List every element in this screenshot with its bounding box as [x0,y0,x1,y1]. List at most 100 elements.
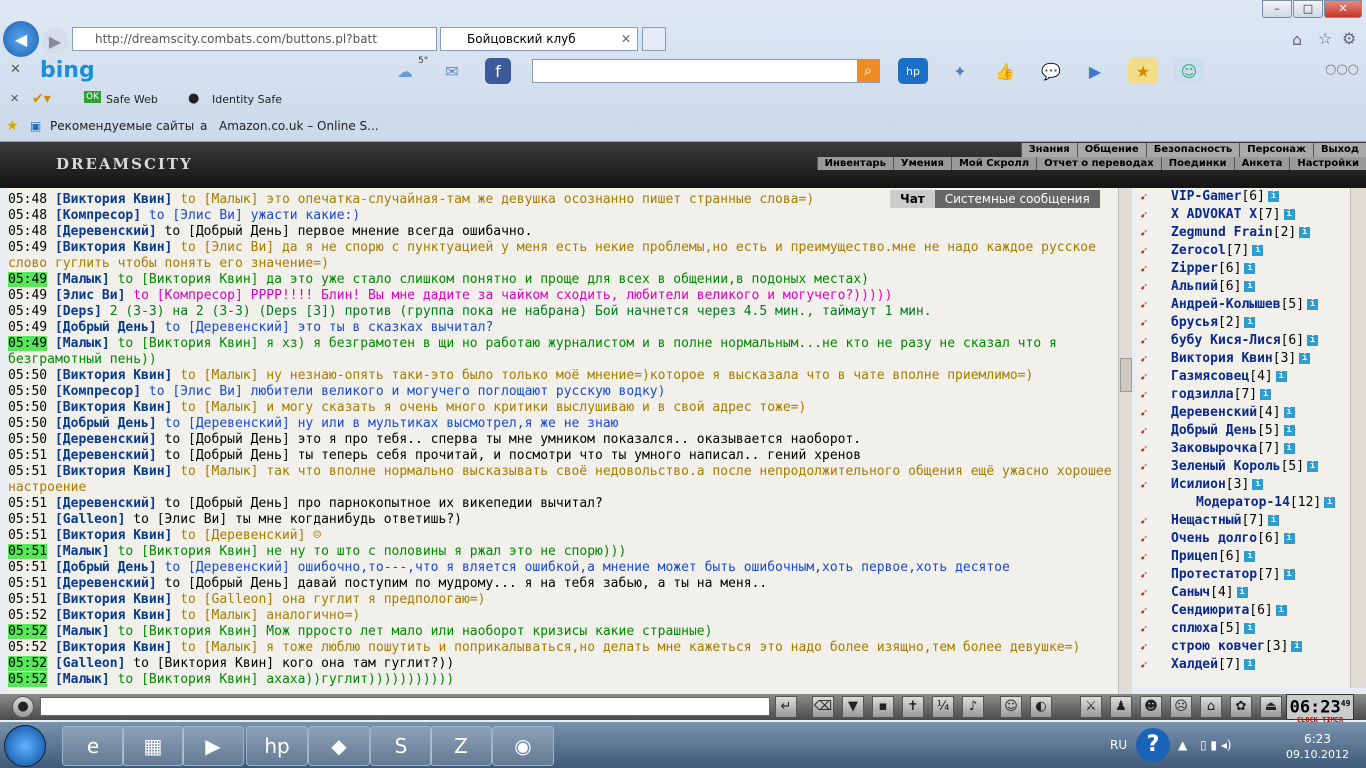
private-message-icon[interactable]: ➹ [1140,478,1154,492]
message-author[interactable]: [Виктория Квин] [55,608,172,623]
message-author[interactable]: [Добрый День] [55,560,157,575]
private-message-icon[interactable]: ➹ [1140,244,1154,258]
menu-item-4[interactable]: Выход [1312,143,1366,157]
user-list-item[interactable]: ➹ Очень долго[6] i [1136,530,1350,548]
message-time[interactable]: 05:50 [8,400,47,415]
message-author[interactable]: [Деревенский] [55,448,157,463]
submenu-item-0[interactable]: Инвентарь [816,157,893,170]
maximize-button[interactable]: □ [1293,0,1323,18]
user-list-item[interactable]: ➹ бубу Кися-Лися[6] i [1136,332,1350,350]
user-name[interactable]: Сендиюрита [1171,603,1249,618]
tab-chat[interactable]: Чат [890,190,935,208]
message-author[interactable]: [Galleon] [55,656,125,671]
info-icon[interactable]: i [1307,461,1319,472]
message-author[interactable]: [Компресор] [55,384,141,399]
user-name[interactable]: Добрый День [1171,423,1257,438]
user-name[interactable]: Саныч [1171,585,1210,600]
private-message-icon[interactable]: ➹ [1140,208,1154,222]
back-button[interactable]: ◀ [3,21,39,57]
info-icon[interactable]: i [1267,515,1279,526]
user-name[interactable]: брусья [1171,315,1218,330]
user-list-item[interactable]: ➹ Сендиюрита[6] i [1136,602,1350,620]
private-message-icon[interactable]: ➹ [1140,514,1154,528]
like-icon[interactable]: 👍 [990,58,1020,84]
user-name[interactable]: Заковырочка [1171,441,1257,456]
more-icon[interactable]: ○○○ [1325,62,1359,77]
person-icon[interactable]: ✝ [902,696,924,718]
user-name[interactable]: X ADVOKAT X [1171,207,1257,222]
message-author[interactable]: [Виктория Квин] [55,464,172,479]
user-list-item[interactable]: ➹ Zerocol[7] i [1136,242,1350,260]
info-icon[interactable]: i [1244,659,1256,670]
user-name[interactable]: Андрей-Колышев [1171,297,1281,312]
message-author[interactable]: [Малык] [55,336,110,351]
private-message-icon[interactable]: ➹ [1140,622,1154,636]
submenu-item-1[interactable]: Умения [892,157,951,170]
gamepad-icon[interactable]: ✦ [945,58,975,84]
user-list-item[interactable]: ➹ Андрей-Колышев[5] i [1136,296,1350,314]
message-time[interactable]: 05:52 [8,656,48,671]
taskbar-skype-icon[interactable]: S [370,726,432,766]
taskbar-media-icon[interactable]: ▶ [182,726,244,766]
info-icon[interactable]: i [1299,353,1311,364]
message-time[interactable]: 05:51 [8,528,47,543]
paw-icon[interactable]: ✿ [1230,696,1252,718]
message-time[interactable]: 05:50 [8,368,47,383]
user-name[interactable]: Zipper [1171,261,1218,276]
user-list-item[interactable]: Модератор-14[12] i [1136,494,1350,512]
private-message-icon[interactable]: ➹ [1140,640,1154,654]
info-icon[interactable]: i [1244,263,1256,274]
message-time[interactable]: 05:51 [8,560,47,575]
close-norton-icon[interactable]: ✕ [10,92,19,105]
tab-system-messages[interactable]: Системные сообщения [934,190,1100,208]
taskbar-app-icon[interactable]: ◆ [308,726,370,766]
mask-icon[interactable]: ☻ [1140,696,1162,718]
message-author[interactable]: [Galleon] [55,512,125,527]
video-icon[interactable]: ▶ [1080,58,1110,84]
user-list-item[interactable]: ➹ Зеленый Король[5] i [1136,458,1350,476]
private-message-icon[interactable]: ➹ [1140,406,1154,420]
message-author[interactable]: [Добрый День] [55,416,157,431]
submenu-item-5[interactable]: Анкета [1233,157,1290,170]
menu-item-2[interactable]: Безопасность [1145,143,1240,157]
user-name[interactable]: Альпий [1171,279,1218,294]
user-name[interactable]: Zerocol [1171,243,1226,258]
message-author[interactable]: [Добрый День] [55,320,157,335]
message-author[interactable]: [Деревенский] [55,224,157,239]
user-list-item[interactable]: ➹ Zipper[6] i [1136,260,1350,278]
private-message-icon[interactable]: ➹ [1140,532,1154,546]
message-time[interactable]: 05:51 [8,544,48,559]
message-author[interactable]: [Виктория Квин] [55,192,172,207]
private-message-icon[interactable]: ➹ [1140,550,1154,564]
mail-icon[interactable]: ✉ [437,58,467,84]
private-message-icon[interactable]: ➹ [1140,334,1154,348]
private-message-icon[interactable]: ➹ [1140,586,1154,600]
face-icon[interactable]: ☹ [1170,696,1192,718]
message-time[interactable]: 05:50 [8,416,47,431]
message-author[interactable]: [Малык] [55,272,110,287]
bing-search-input[interactable]: ⌕ [532,59,880,83]
safe-web-menu[interactable]: Safe Web [106,93,158,106]
user-name[interactable]: VIP-Gamer [1171,189,1241,204]
gear-icon[interactable]: ⚙ [1342,29,1356,48]
forward-button[interactable]: ▶ [42,28,68,54]
user-list-item[interactable]: ➹ Виктория Квин[3] i [1136,350,1350,368]
user-list-item[interactable]: ➹ Заковырочка[7] i [1136,440,1350,458]
info-icon[interactable]: i [1267,191,1279,202]
info-icon[interactable]: i [1307,299,1319,310]
message-time[interactable]: 05:49 [8,320,47,335]
user-name[interactable]: строю ковчег [1171,639,1265,654]
message-time[interactable]: 05:51 [8,496,47,511]
private-message-icon[interactable]: ➹ [1140,370,1154,384]
user-name[interactable]: Прицеп [1171,549,1218,564]
message-time[interactable]: 05:49 [8,240,47,255]
private-message-icon[interactable]: ➹ [1140,298,1154,312]
taskbar-chrome-icon[interactable]: ◉ [492,726,554,766]
user-name[interactable]: Протестатор [1171,567,1257,582]
hp-icon[interactable]: hp [898,58,928,84]
fav-amazon[interactable]: Amazon.co.uk – Online S... [219,119,379,133]
private-message-icon[interactable]: ➹ [1140,352,1154,366]
private-message-icon[interactable]: ➹ [1140,280,1154,294]
fav-recommended[interactable]: Рекомендуемые сайты [50,119,194,133]
user-list-item[interactable]: ➹ Газмясовец[4] i [1136,368,1350,386]
